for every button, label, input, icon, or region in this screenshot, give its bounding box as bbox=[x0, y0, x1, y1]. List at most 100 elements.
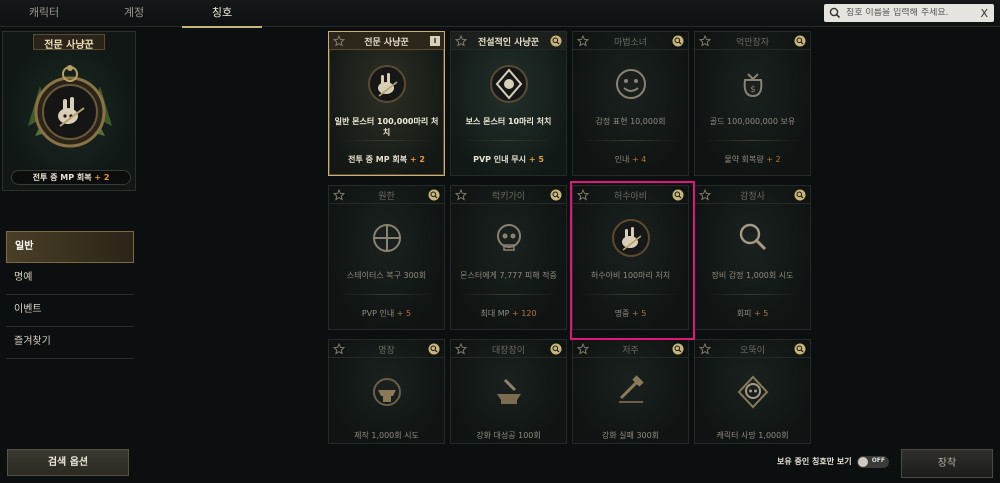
magnifier-icon bbox=[739, 223, 767, 251]
top-bar: 캐릭터 계정 칭호 X bbox=[0, 0, 1000, 28]
equipped-title-name: 전문 사냥꾼 bbox=[44, 40, 94, 51]
tab-title[interactable]: 칭호 bbox=[182, 0, 262, 28]
title-name: 원한 bbox=[378, 192, 395, 202]
title-condition: 강화 실패 300회 bbox=[601, 431, 660, 440]
category-event[interactable]: 이벤트 bbox=[6, 295, 134, 327]
search-options-button[interactable]: 검색 옵션 bbox=[7, 449, 129, 476]
title-condition: 허수아비 100마리 처치 bbox=[590, 271, 671, 280]
title-name: 저주 bbox=[622, 346, 639, 356]
owned-only-toggle[interactable]: OFF bbox=[857, 456, 889, 468]
zoom-icon[interactable] bbox=[672, 343, 684, 355]
clear-search-button[interactable]: X bbox=[980, 7, 988, 20]
title-grid: 전문 사냥꾼 I 일반 몬스터 100,000마리 처치 전투 중 MP 회복 … bbox=[328, 31, 812, 444]
zoom-icon[interactable] bbox=[428, 189, 440, 201]
favorite-star-icon[interactable] bbox=[699, 189, 711, 201]
title-effect: 최대 MP + 120 bbox=[480, 309, 537, 318]
favorite-star-icon[interactable] bbox=[577, 343, 589, 355]
smiley-icon bbox=[616, 69, 646, 99]
title-name: 명장 bbox=[378, 346, 395, 356]
title-card-magical-girl[interactable]: 마법소녀 감정 표현 10,000회 인내 + 4 bbox=[572, 31, 689, 176]
title-condition: 제작 1,000회 시도 bbox=[354, 431, 419, 440]
equipped-title-effect: 전투 중 MP 회복 + 2 bbox=[11, 170, 131, 185]
title-card-lucky-guy[interactable]: 럭키가이 몬스터에게 7,777 피해 적중 최대 MP + 120 bbox=[450, 185, 567, 330]
title-card-appraiser[interactable]: 감정사 장비 감정 1,000회 시도 회피 + 5 bbox=[694, 185, 811, 330]
title-condition: 강화 대성공 100회 bbox=[476, 431, 541, 440]
title-card-billionaire[interactable]: 억만장자 $ 골드 100,000,000 보유 물약 회복량 + 2 bbox=[694, 31, 811, 176]
favorite-star-icon[interactable] bbox=[455, 35, 467, 47]
title-effect: 전투 중 MP 회복 + 2 bbox=[348, 155, 425, 164]
title-name: 허수아비 bbox=[613, 192, 648, 202]
title-condition: 장비 감정 1,000회 시도 bbox=[711, 271, 794, 280]
category-favorites[interactable]: 즐겨찾기 bbox=[6, 327, 134, 359]
title-condition: 보스 몬스터 10마리 처치 bbox=[465, 117, 552, 126]
title-card-legendary-hunter[interactable]: 전설적인 사냥꾼 보스 몬스터 10마리 처치 PVP 인내 무시 + 5 bbox=[450, 31, 567, 176]
title-card-professional-hunter[interactable]: 전문 사냥꾼 I 일반 몬스터 100,000마리 처치 전투 중 MP 회복 … bbox=[328, 31, 445, 176]
title-name: 감정사 bbox=[740, 192, 765, 202]
title-condition: 스테이터스 복구 300회 bbox=[346, 271, 427, 280]
favorite-star-icon[interactable] bbox=[455, 343, 467, 355]
rabbit-skull-icon bbox=[368, 65, 406, 103]
owned-only-label: 보유 중인 칭호만 보기 bbox=[777, 457, 852, 466]
favorite-star-icon[interactable] bbox=[333, 189, 345, 201]
zoom-icon[interactable] bbox=[794, 343, 806, 355]
title-effect: PVP 인내 무시 + 5 bbox=[473, 155, 544, 164]
title-name: 마법소녀 bbox=[613, 38, 648, 48]
title-name: 럭키가이 bbox=[491, 192, 526, 202]
favorite-star-icon[interactable] bbox=[455, 189, 467, 201]
title-card-scarecrow[interactable]: 허수아비 허수아비 100마리 처치 명중 + 5 bbox=[572, 185, 689, 330]
title-condition: 일반 몬스터 100,000마리 처치 bbox=[334, 117, 439, 137]
title-condition: 몬스터에게 7,777 피해 적중 bbox=[460, 271, 557, 280]
favorite-star-icon[interactable] bbox=[577, 35, 589, 47]
title-condition: 감정 표현 10,000회 bbox=[595, 117, 666, 126]
zoom-icon[interactable] bbox=[550, 189, 562, 201]
title-effect: 물약 회복량 + 2 bbox=[724, 155, 781, 164]
zoom-icon[interactable] bbox=[794, 189, 806, 201]
svg-text:$: $ bbox=[750, 85, 756, 95]
zoom-icon[interactable] bbox=[550, 343, 562, 355]
search-icon bbox=[829, 7, 841, 19]
crest-icon bbox=[490, 65, 528, 103]
favorite-star-icon[interactable] bbox=[699, 343, 711, 355]
category-general[interactable]: 일반 bbox=[6, 231, 134, 263]
toggle-knob bbox=[858, 457, 868, 467]
favorite-star-icon[interactable] bbox=[577, 189, 589, 201]
title-card-blacksmith[interactable]: 대장장이 강화 대성공 100회 bbox=[450, 339, 567, 444]
title-card-curse[interactable]: 저주 강화 실패 300회 bbox=[572, 339, 689, 444]
search-input[interactable] bbox=[842, 8, 981, 18]
equip-button[interactable]: 장착 bbox=[901, 449, 993, 478]
favorite-star-icon[interactable] bbox=[699, 35, 711, 47]
title-condition: 골드 100,000,000 보유 bbox=[709, 117, 796, 126]
toggle-state: OFF bbox=[871, 457, 885, 464]
title-card-master-craftsman[interactable]: 명장 제작 1,000회 시도 bbox=[328, 339, 445, 444]
zoom-icon[interactable] bbox=[794, 35, 806, 47]
title-condition: 캐릭터 사망 1,000회 bbox=[716, 431, 789, 440]
money-bag-icon: $ bbox=[743, 73, 763, 98]
skull-icon bbox=[497, 224, 521, 251]
favorite-star-icon[interactable] bbox=[333, 35, 345, 47]
broken-hammer-icon bbox=[619, 375, 644, 403]
left-panel: 전문 사냥꾼 전투 중 MP 회복 + 2 일반 명예 이벤트 즐겨찾기 bbox=[2, 31, 136, 359]
tab-account[interactable]: 계정 bbox=[94, 0, 174, 27]
favorite-star-icon[interactable] bbox=[333, 343, 345, 355]
title-effect: 인내 + 4 bbox=[614, 155, 647, 164]
title-name: 억만장자 bbox=[735, 38, 770, 48]
rabbit-skull-icon bbox=[612, 219, 650, 257]
equipped-title-panel: 전문 사냥꾼 전투 중 MP 회복 + 2 bbox=[2, 31, 136, 191]
title-card-grudge[interactable]: 원한 스테이터스 복구 300회 PVP 인내 + 5 bbox=[328, 185, 445, 330]
category-honor[interactable]: 명예 bbox=[6, 263, 134, 295]
category-menu: 일반 명예 이벤트 즐겨찾기 bbox=[6, 231, 134, 359]
skull-crest-icon bbox=[737, 375, 769, 409]
smithing-icon bbox=[497, 378, 521, 404]
zoom-icon[interactable] bbox=[428, 343, 440, 355]
zoom-icon[interactable] bbox=[550, 35, 562, 47]
anvil-icon bbox=[373, 378, 401, 406]
zoom-icon[interactable] bbox=[672, 35, 684, 47]
title-name: 전설적인 사냥꾼 bbox=[477, 38, 540, 48]
tab-character[interactable]: 캐릭터 bbox=[4, 0, 84, 27]
title-search-box: X bbox=[824, 4, 994, 22]
title-effect: PVP 인내 + 5 bbox=[361, 309, 412, 318]
title-card-tumbler[interactable]: 오뚝이 캐릭터 사망 1,000회 bbox=[694, 339, 811, 444]
title-name: 오뚝이 bbox=[740, 346, 765, 356]
zoom-icon[interactable] bbox=[672, 189, 684, 201]
equipped-badge: I bbox=[430, 36, 440, 46]
